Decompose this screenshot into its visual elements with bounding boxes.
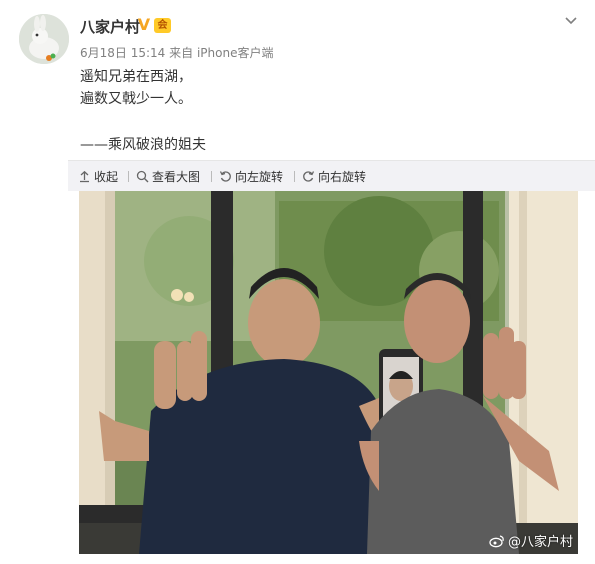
verified-icon: V	[137, 15, 151, 34]
divider	[294, 171, 295, 182]
rotate-left-button[interactable]: 向左旋转	[219, 168, 283, 184]
member-badge-icon: 会	[154, 18, 171, 33]
image-toolbar: 收起 查看大图 向左旋转 向右旋转	[68, 160, 595, 191]
rabbit-avatar-image	[19, 14, 69, 64]
watermark-text: @八家户村	[508, 535, 574, 550]
collapse-label: 收起	[94, 169, 119, 184]
search-icon	[136, 170, 149, 182]
divider	[211, 171, 212, 182]
avatar[interactable]	[19, 14, 69, 64]
divider	[128, 171, 129, 182]
rotate-right-label: 向右旋转	[318, 169, 367, 184]
rotate-right-button[interactable]: 向右旋转	[302, 168, 366, 184]
collapse-button[interactable]: 收起	[78, 168, 118, 184]
photo-image	[79, 191, 578, 554]
view-large-button[interactable]: 查看大图	[136, 168, 200, 184]
chevron-down-icon[interactable]	[562, 12, 580, 30]
arrow-up-icon	[80, 170, 89, 182]
weibo-logo-icon	[489, 534, 504, 547]
view-large-label: 查看大图	[152, 169, 201, 184]
rotate-left-icon	[219, 170, 231, 182]
content-line: 遥知兄弟在西湖，	[80, 69, 192, 85]
username-link[interactable]: 八家户村	[80, 16, 140, 37]
post-date[interactable]: 6月18日 15:14	[80, 46, 165, 60]
post-signature: ——乘风破浪的姐夫	[80, 137, 206, 153]
rotate-right-icon	[303, 170, 315, 182]
content-line: 遍数又戟少一人。	[80, 91, 192, 107]
post-source: 来自 iPhone客户端	[169, 46, 274, 60]
photo-watermark: @八家户村	[489, 531, 573, 550]
post-photo[interactable]	[79, 191, 578, 554]
post-content: 遥知兄弟在西湖， 遍数又戟少一人。	[80, 66, 192, 110]
rotate-left-label: 向左旋转	[235, 169, 284, 184]
post-meta: 6月18日 15:14 来自 iPhone客户端	[80, 44, 273, 61]
